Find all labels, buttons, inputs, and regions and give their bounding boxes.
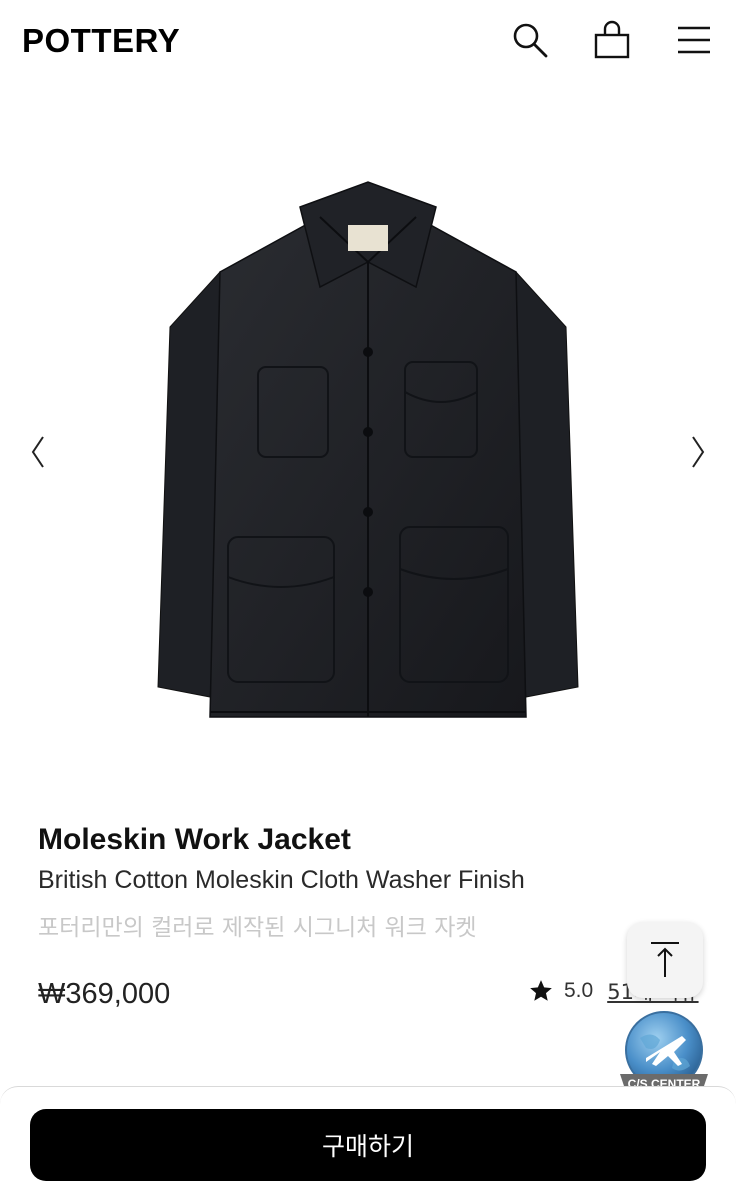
airplane-globe-icon: C/S CENTER xyxy=(620,1011,708,1092)
product-gallery xyxy=(0,82,736,812)
cs-center-button[interactable]: C/S CENTER xyxy=(616,1008,712,1098)
search-icon[interactable] xyxy=(510,20,550,60)
next-image-button[interactable] xyxy=(682,432,712,472)
arrow-up-to-top-icon xyxy=(651,942,679,977)
scroll-to-top-button[interactable] xyxy=(627,922,703,998)
product-image[interactable] xyxy=(150,177,586,737)
header: POTTERY xyxy=(0,0,736,82)
rating-score: 5.0 xyxy=(564,979,594,1002)
hamburger-menu-icon[interactable] xyxy=(674,20,714,60)
product-price: ₩369,000 xyxy=(38,978,171,1010)
product-description: 포터리만의 컬러로 제작된 시그니처 워크 자켓 xyxy=(38,915,477,941)
shopping-bag-icon[interactable] xyxy=(592,20,632,60)
brand-logo[interactable]: POTTERY xyxy=(22,22,180,60)
product-title: Moleskin Work Jacket xyxy=(38,823,351,856)
chevron-right-icon xyxy=(692,436,705,468)
chevron-left-icon xyxy=(31,436,44,468)
buy-button[interactable]: 구매하기 xyxy=(30,1109,706,1181)
product-subtitle: British Cotton Moleskin Cloth Washer Fin… xyxy=(38,866,525,894)
bottom-action-bar: 구매하기 xyxy=(0,1086,736,1201)
previous-image-button[interactable] xyxy=(24,432,54,472)
star-icon xyxy=(530,980,552,1001)
